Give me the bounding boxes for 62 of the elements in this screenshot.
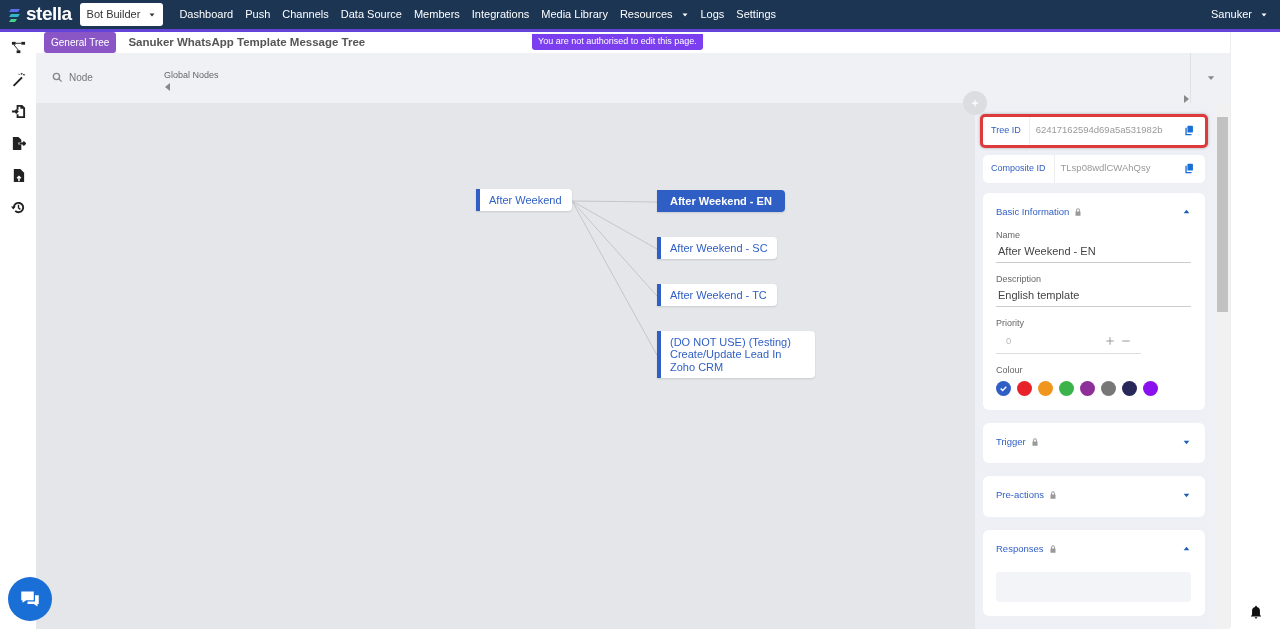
colour-swatch[interactable]: [1143, 381, 1158, 396]
field-label: Description: [996, 272, 1043, 286]
section-title[interactable]: Responses: [996, 541, 1044, 556]
colour-swatch[interactable]: [1101, 381, 1116, 396]
history-icon[interactable]: [10, 200, 26, 215]
id-value: 62417162594d69a5a531982b: [1034, 123, 1164, 138]
nav-link[interactable]: Members: [413, 6, 460, 23]
logo-icon: [8, 6, 22, 23]
copy-icon[interactable]: [1184, 163, 1195, 174]
id-value: TLsp08wdlCWAhQsy: [1059, 161, 1152, 176]
colour-swatch[interactable]: [1038, 381, 1053, 396]
text-field[interactable]: After Weekend - EN: [996, 242, 1191, 263]
tree-node[interactable]: (DO NOT USE) (Testing) Create/Update Lead In Zoho CRM: [657, 330, 815, 379]
global-nodes-label: Global Nodes: [164, 69, 219, 82]
notice-banner: You are not authorised to edit this page.: [532, 34, 703, 50]
export-icon[interactable]: [10, 136, 26, 151]
colour-swatch[interactable]: [1059, 381, 1074, 396]
nav-link[interactable]: Dashboard: [179, 6, 234, 23]
tree-node[interactable]: After Weekend: [476, 188, 572, 212]
nav-link[interactable]: Channels: [282, 6, 329, 23]
section-title[interactable]: Pre-actions: [996, 488, 1045, 503]
nav-link[interactable]: Media Library: [541, 6, 608, 23]
user-menu[interactable]: Sanuker: [1211, 6, 1268, 23]
field-label: Name: [996, 228, 1021, 242]
module-dropdown[interactable]: Bot Builder: [79, 3, 164, 26]
chat-button[interactable]: [8, 577, 52, 621]
nav-link[interactable]: Logs: [700, 6, 725, 23]
search-field[interactable]: Node: [67, 69, 137, 87]
tree-icon[interactable]: [10, 40, 26, 55]
field-label: Priority: [996, 316, 1025, 330]
scroll-left-icon[interactable]: [164, 82, 170, 91]
colour-swatch[interactable]: [1122, 381, 1137, 396]
id-label: Tree ID: [983, 116, 1030, 145]
colour-swatch[interactable]: [1080, 381, 1095, 396]
check-icon: [999, 384, 1008, 393]
tree-title: Sanuker WhatsApp Template Message Tree: [128, 34, 366, 50]
text-field[interactable]: English template: [996, 286, 1191, 307]
import-icon[interactable]: [10, 104, 26, 119]
tree-node[interactable]: After Weekend - EN: [657, 189, 785, 213]
tree-type-label: General Tree: [44, 32, 117, 53]
nav-link[interactable]: Settings: [736, 6, 777, 23]
tree-node[interactable]: After Weekend - TC: [657, 283, 777, 307]
scrollbar[interactable]: [1215, 102, 1230, 629]
nav-link[interactable]: Integrations: [471, 6, 530, 23]
section-title[interactable]: Basic Information: [996, 204, 1070, 219]
logo-text: stella: [26, 2, 72, 27]
colour-swatch[interactable]: [996, 381, 1011, 396]
section-title[interactable]: Trigger: [996, 435, 1026, 450]
nav-dropdown[interactable]: Resources: [619, 6, 689, 23]
nav-link[interactable]: Push: [245, 6, 271, 23]
bell-icon[interactable]: [1248, 605, 1263, 619]
tree-node[interactable]: After Weekend - SC: [657, 236, 777, 260]
search-icon: [52, 72, 63, 84]
chat-icon: [20, 589, 40, 609]
plus-icon: [970, 97, 980, 108]
id-label: Composite ID: [983, 154, 1055, 183]
scroll-right-icon[interactable]: [1184, 94, 1190, 103]
nav-link[interactable]: Data Source: [340, 6, 402, 23]
field-label: Colour: [996, 363, 1024, 377]
magic-wand-icon[interactable]: [10, 72, 26, 87]
copy-icon[interactable]: [1184, 125, 1195, 136]
colour-swatch[interactable]: [1017, 381, 1032, 396]
